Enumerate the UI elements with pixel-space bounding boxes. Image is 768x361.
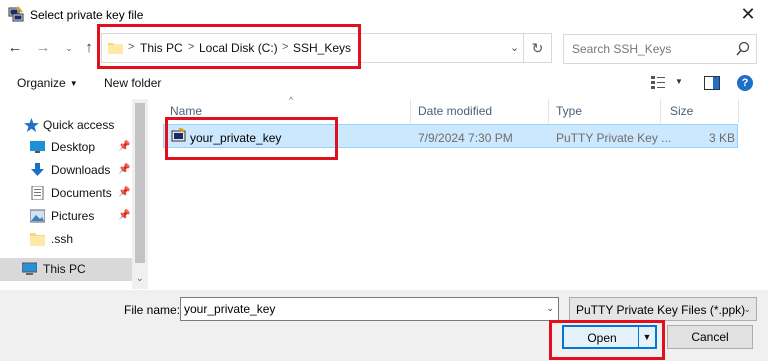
column-divider[interactable] [548,99,549,123]
putty-icon [8,6,24,22]
pin-icon[interactable]: 📌 [118,210,130,222]
search-icon[interactable] [736,41,750,57]
sidebar-item-ssh[interactable]: .ssh [0,228,132,251]
file-type-filter-select[interactable]: PuTTY Private Key Files (*.ppk) ⌄ [569,297,757,321]
sidebar-item-label: Quick access [43,118,115,132]
sidebar-item-desktop[interactable]: Desktop 📌 [0,136,132,159]
sidebar-item-label: Pictures [51,209,95,223]
recent-locations-chevron-icon[interactable]: ⌄ [60,38,78,58]
scrollbar-thumb[interactable] [135,103,145,263]
file-name-input[interactable] [184,301,540,317]
computer-icon [22,262,37,275]
documents-icon [31,186,44,200]
annotation-highlight-file [165,117,338,160]
file-name-field[interactable]: ⌄ [180,297,559,321]
command-toolbar: Organize ▼ New folder ▼ ? [0,68,768,98]
view-chevron-down-icon[interactable]: ▼ [675,77,683,86]
close-icon[interactable]: ✕ [734,2,762,26]
column-divider[interactable] [660,99,661,123]
file-date-cell: 7/9/2024 7:30 PM [418,131,513,145]
organize-button[interactable]: Organize ▼ [17,76,78,90]
file-size-cell: 3 KB [709,131,736,145]
forward-arrow-icon[interactable]: → [34,38,52,58]
navigation-pane: Quick access Desktop 📌 Downloads 📌 Docum… [0,99,148,289]
sidebar-item-downloads[interactable]: Downloads 📌 [0,159,132,182]
file-name-label: File name: [124,303,181,317]
scroll-down-chevron-icon[interactable]: ⌄ [136,273,144,284]
column-header-size[interactable]: Size [670,104,693,118]
folder-icon [30,233,45,246]
file-type-filter-value: PuTTY Private Key Files (*.ppk) [576,303,746,317]
star-icon [24,118,39,132]
column-divider[interactable] [738,99,739,123]
up-arrow-icon[interactable]: ↑ [80,38,98,58]
desktop-icon [30,141,45,153]
annotation-highlight-open [549,320,665,360]
sidebar-item-this-pc[interactable]: This PC [0,258,132,281]
preview-pane-icon[interactable] [704,76,720,90]
chevron-down-icon: ▼ [69,79,78,88]
pin-icon[interactable]: 📌 [118,141,130,153]
pin-icon[interactable]: 📌 [118,187,130,199]
column-divider[interactable] [410,99,411,123]
search-placeholder: Search SSH_Keys [572,42,672,56]
navigation-pane-scrollbar[interactable]: ⌄ [132,99,148,289]
pictures-icon [30,209,45,223]
view-options-icon[interactable] [651,76,665,90]
sidebar-item-label: .ssh [51,232,74,246]
address-dropdown-chevron-icon[interactable]: ⌄ [510,41,519,54]
cancel-button[interactable]: Cancel [667,325,753,349]
sidebar-item-label: Documents [51,186,112,200]
column-header-name[interactable]: Name [170,104,202,118]
refresh-icon[interactable]: ↻ [524,33,552,63]
sidebar-item-label: This PC [43,262,86,276]
filter-chevron-down-icon[interactable]: ⌄ [743,304,751,315]
sidebar-item-label: Downloads [51,163,111,177]
help-icon[interactable]: ? [737,75,753,91]
sidebar-item-quick-access[interactable]: Quick access [0,114,132,137]
file-type-cell: PuTTY Private Key ... [556,131,672,145]
annotation-highlight-address [97,24,361,69]
search-input[interactable]: Search SSH_Keys [563,34,757,64]
sidebar-item-pictures[interactable]: Pictures 📌 [0,205,132,228]
window-title: Select private key file [30,8,144,22]
file-name-chevron-down-icon[interactable]: ⌄ [546,303,554,314]
column-header-date-modified[interactable]: Date modified [418,104,492,118]
download-icon [31,163,44,176]
new-folder-button[interactable]: New folder [104,76,161,90]
back-arrow-icon[interactable]: ← [6,38,24,58]
sidebar-item-documents[interactable]: Documents 📌 [0,182,132,205]
pin-icon[interactable]: 📌 [118,164,130,176]
column-header-type[interactable]: Type [556,104,582,118]
sidebar-item-label: Desktop [51,140,96,154]
